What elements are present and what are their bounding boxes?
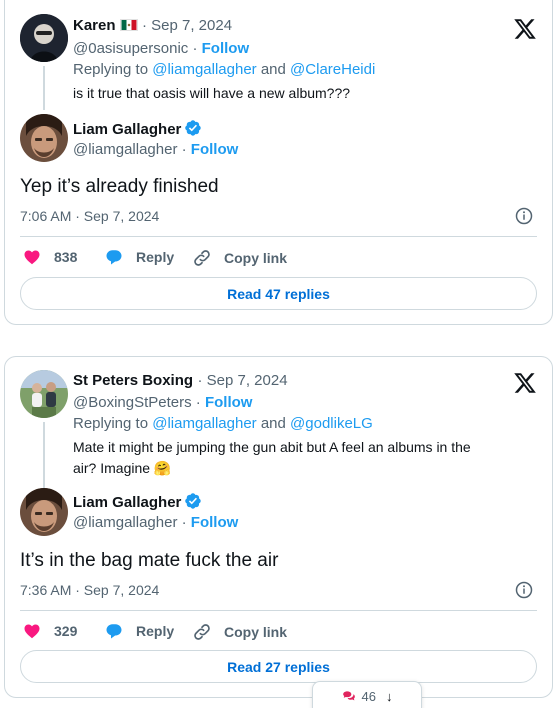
author-name[interactable]: St Peters Boxing xyxy=(73,372,193,389)
follow-button[interactable]: Follow xyxy=(191,141,239,158)
tweet-embed-2: St Peters Boxing · Sep 7, 2024 @BoxingSt… xyxy=(4,356,553,698)
copy-link-label: Copy link xyxy=(224,624,288,640)
comments-icon xyxy=(342,691,355,701)
separator: · xyxy=(177,141,191,158)
heart-icon xyxy=(24,250,40,265)
parent-header: St Peters Boxing · Sep 7, 2024 xyxy=(73,372,288,390)
replying-to: Replying to @liamgallagher and @godlikeL… xyxy=(73,415,373,432)
mention-link[interactable]: @godlikeLG xyxy=(290,415,373,432)
mention-link[interactable]: @ClareHeidi xyxy=(290,61,375,78)
follow-button[interactable]: Follow xyxy=(202,40,250,57)
author-name[interactable]: Karen xyxy=(73,17,116,34)
follow-button[interactable]: Follow xyxy=(191,514,239,531)
reply-tweet-text: Yep it’s already finished xyxy=(20,176,219,197)
parent-handle-row: @0asisupersonic · Follow xyxy=(73,40,249,58)
like-action[interactable]: 329 xyxy=(22,622,77,640)
replying-label: Replying to xyxy=(73,415,153,432)
separator: · xyxy=(188,40,202,57)
author-handle[interactable]: @liamgallagher xyxy=(73,141,177,158)
author-handle[interactable]: @0asisupersonic xyxy=(73,40,188,57)
mention-link[interactable]: @liamgallagher xyxy=(152,415,256,432)
info-icon[interactable] xyxy=(515,207,533,225)
verified-badge-icon xyxy=(185,120,202,136)
like-count: 329 xyxy=(54,623,78,639)
reply-header: Liam Gallagher xyxy=(73,119,202,139)
reply-action[interactable]: Reply xyxy=(104,248,174,266)
parent-handle-row: @BoxingStPeters · Follow xyxy=(73,394,252,412)
mexico-flag-icon xyxy=(119,19,138,31)
x-logo-icon[interactable] xyxy=(512,371,538,395)
tweet-date[interactable]: · Sep 7, 2024 xyxy=(197,372,287,389)
parent-text-line-2: air? Imagine 🤗 xyxy=(73,460,172,476)
reply-handle-row: @liamgallagher · Follow xyxy=(73,514,238,532)
separator: · xyxy=(177,514,191,531)
avatar-st-peters-boxing[interactable] xyxy=(20,370,68,418)
avatar-liam[interactable] xyxy=(20,488,68,536)
read-replies-button[interactable]: Read 47 replies xyxy=(20,277,537,310)
follow-button[interactable]: Follow xyxy=(205,394,253,411)
copy-link-action[interactable]: Copy link xyxy=(192,248,287,268)
copy-link-action[interactable]: Copy link xyxy=(192,622,287,642)
mention-link[interactable]: @liamgallagher xyxy=(152,61,256,78)
tweet-embed-1: Karen · Sep 7, 2024 @0asisupersonic · Fo… xyxy=(4,0,553,325)
divider xyxy=(20,610,537,611)
link-icon xyxy=(194,250,210,266)
parent-text-line-1: Mate it might be jumping the gun abit bu… xyxy=(73,439,471,455)
author-handle[interactable]: @BoxingStPeters xyxy=(73,394,192,411)
reply-bubble-icon xyxy=(106,250,122,265)
info-icon[interactable] xyxy=(515,581,533,599)
author-handle[interactable]: @liamgallagher xyxy=(73,514,177,531)
reply-label: Reply xyxy=(136,249,175,265)
avatar-liam[interactable] xyxy=(20,114,68,162)
tweet-date[interactable]: · Sep 7, 2024 xyxy=(142,17,232,34)
tweet-timestamp[interactable]: 7:36 AM · Sep 7, 2024 xyxy=(20,582,159,598)
like-count: 838 xyxy=(54,249,78,265)
replying-and: and xyxy=(256,415,291,432)
comments-count: 46 xyxy=(361,688,376,704)
separator: · xyxy=(191,394,205,411)
divider xyxy=(20,236,537,237)
author-name[interactable]: Liam Gallagher xyxy=(73,494,181,511)
link-icon xyxy=(194,624,210,640)
replying-label: Replying to xyxy=(73,61,153,78)
reply-action[interactable]: Reply xyxy=(104,622,174,640)
x-logo-icon[interactable] xyxy=(512,17,538,41)
heart-icon xyxy=(24,624,40,639)
reply-handle-row: @liamgallagher · Follow xyxy=(73,141,238,159)
author-name[interactable]: Liam Gallagher xyxy=(73,121,181,138)
parent-tweet-text: is it true that oasis will have a new al… xyxy=(73,85,351,101)
reply-label: Reply xyxy=(136,623,175,639)
tweet-timestamp[interactable]: 7:06 AM · Sep 7, 2024 xyxy=(20,208,159,224)
comments-jump-button[interactable]: 46 ↓ xyxy=(312,681,422,708)
reply-bubble-icon xyxy=(106,624,122,639)
replying-and: and xyxy=(256,61,291,78)
copy-link-label: Copy link xyxy=(224,250,288,266)
avatar-karen[interactable] xyxy=(20,14,68,62)
arrow-down-icon: ↓ xyxy=(385,688,393,704)
thread-line xyxy=(43,422,45,489)
verified-badge-icon xyxy=(185,493,202,509)
reply-tweet-text: It’s in the bag mate fuck the air xyxy=(20,550,279,571)
read-replies-button[interactable]: Read 27 replies xyxy=(20,650,537,683)
parent-header: Karen · Sep 7, 2024 xyxy=(73,17,232,35)
replying-to: Replying to @liamgallagher and @ClareHei… xyxy=(73,61,375,78)
like-action[interactable]: 838 xyxy=(22,248,77,266)
reply-header: Liam Gallagher xyxy=(73,492,202,512)
thread-line xyxy=(43,66,45,110)
parent-tweet-text: Mate it might be jumping the gun abit bu… xyxy=(73,437,471,479)
